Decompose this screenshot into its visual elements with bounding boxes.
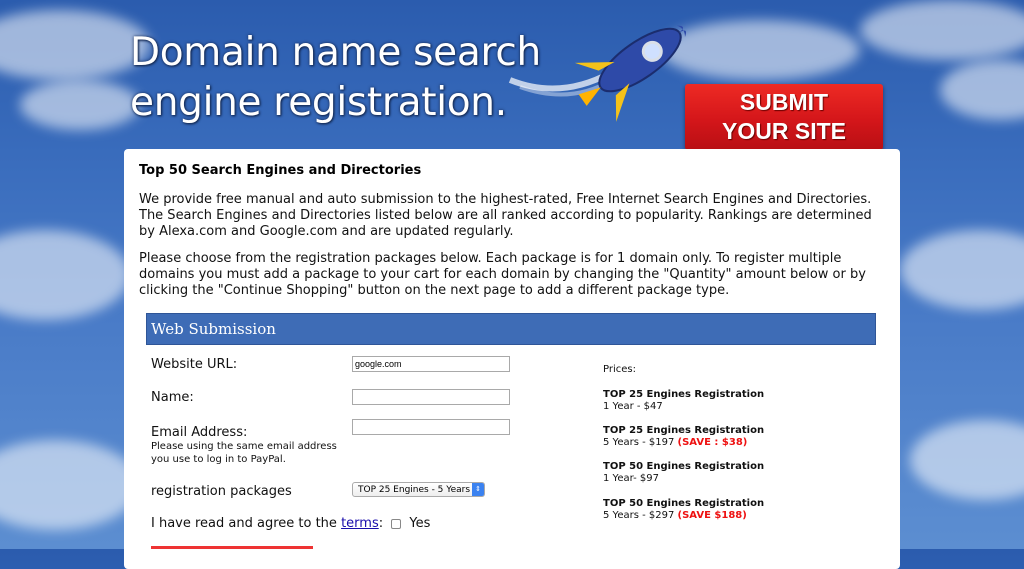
price-detail-row: 1 Year - $47 [603, 401, 764, 413]
terms-row: I have read and agree to the terms: Yes [151, 516, 430, 531]
terms-prefix: I have read and agree to the [151, 516, 337, 531]
registration-packages-select[interactable]: TOP 25 Engines - 5 Years ⇕ [352, 482, 485, 497]
price-detail-row: 5 Years - $297 (SAVE $188) [603, 510, 764, 522]
price-item: TOP 50 Engines Registration 5 Years - $2… [603, 498, 764, 522]
web-submission-header: Web Submission [146, 313, 876, 345]
price-detail: 5 Years - $197 [603, 437, 675, 448]
intro-paragraph: We provide free manual and auto submissi… [139, 192, 872, 239]
name-label: Name: [151, 390, 194, 405]
email-input[interactable] [352, 419, 510, 435]
rocket-icon [508, 25, 687, 122]
selected-package: TOP 25 Engines - 5 Years [358, 485, 471, 495]
name-input[interactable] [352, 389, 510, 405]
price-title: TOP 50 Engines Registration [603, 461, 765, 472]
website-url-label: Website URL: [151, 357, 238, 372]
select-arrow-icon: ⇕ [472, 483, 484, 496]
instructions-paragraph: Please choose from the registration pack… [139, 251, 866, 298]
content-panel: Top 50 Search Engines and Directories We… [124, 149, 900, 569]
website-url-input[interactable]: google.com [352, 356, 510, 372]
headline-line-2: engine registration. [130, 80, 507, 125]
price-detail: 1 Year- $97 [603, 473, 659, 484]
price-title: TOP 25 Engines Registration [603, 425, 765, 436]
terms-yes-label: Yes [409, 516, 431, 531]
headline-line-1: Domain name search [130, 30, 541, 75]
price-detail-row: 1 Year- $97 [603, 473, 764, 485]
submit-button-line-1: SUBMIT [739, 89, 829, 115]
prices-label: Prices: [603, 364, 636, 375]
email-label: Email Address: [151, 425, 248, 440]
checkbox-icon[interactable] [391, 518, 402, 529]
terms-link[interactable]: terms [341, 516, 379, 531]
price-detail: 1 Year - $47 [603, 401, 663, 412]
page-title: Top 50 Search Engines and Directories [139, 163, 422, 178]
price-save: (SAVE $188) [677, 510, 747, 521]
email-hint: Please using the same email address you … [151, 441, 337, 465]
price-item: TOP 25 Engines Registration 1 Year - $47 [603, 389, 764, 413]
headline: Domain name search engine registration. [130, 28, 550, 128]
registration-packages-label: registration packages [151, 484, 292, 499]
price-item: TOP 50 Engines Registration 1 Year- $97 [603, 461, 764, 485]
submit-your-site-button[interactable]: SUBMIT YOUR SITE [685, 84, 883, 150]
price-save: (SAVE : $38) [677, 437, 748, 448]
price-item: TOP 25 Engines Registration 5 Years - $1… [603, 425, 764, 449]
price-detail: 5 Years - $297 [603, 510, 675, 521]
price-title: TOP 25 Engines Registration [603, 389, 765, 400]
submit-button-line-2: YOUR SITE [722, 118, 846, 144]
price-detail-row: 5 Years - $197 (SAVE : $38) [603, 437, 764, 449]
price-title: TOP 50 Engines Registration [603, 498, 765, 509]
terms-colon: : [378, 516, 384, 531]
